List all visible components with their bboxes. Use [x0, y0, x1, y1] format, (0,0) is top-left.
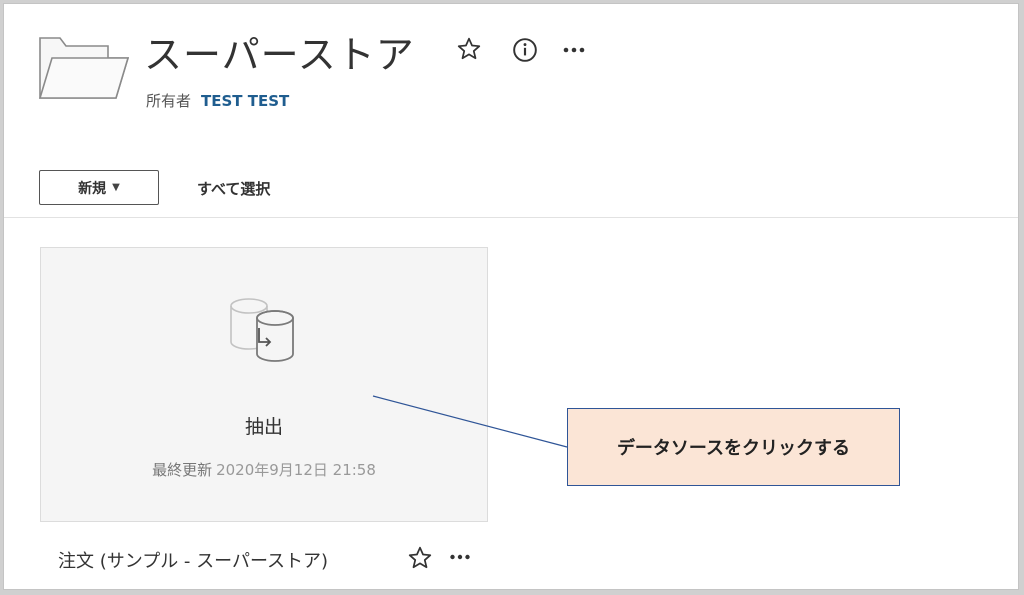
annotation-callout: データソースをクリックする: [567, 408, 900, 486]
annotation-leader-line: [372, 395, 568, 448]
